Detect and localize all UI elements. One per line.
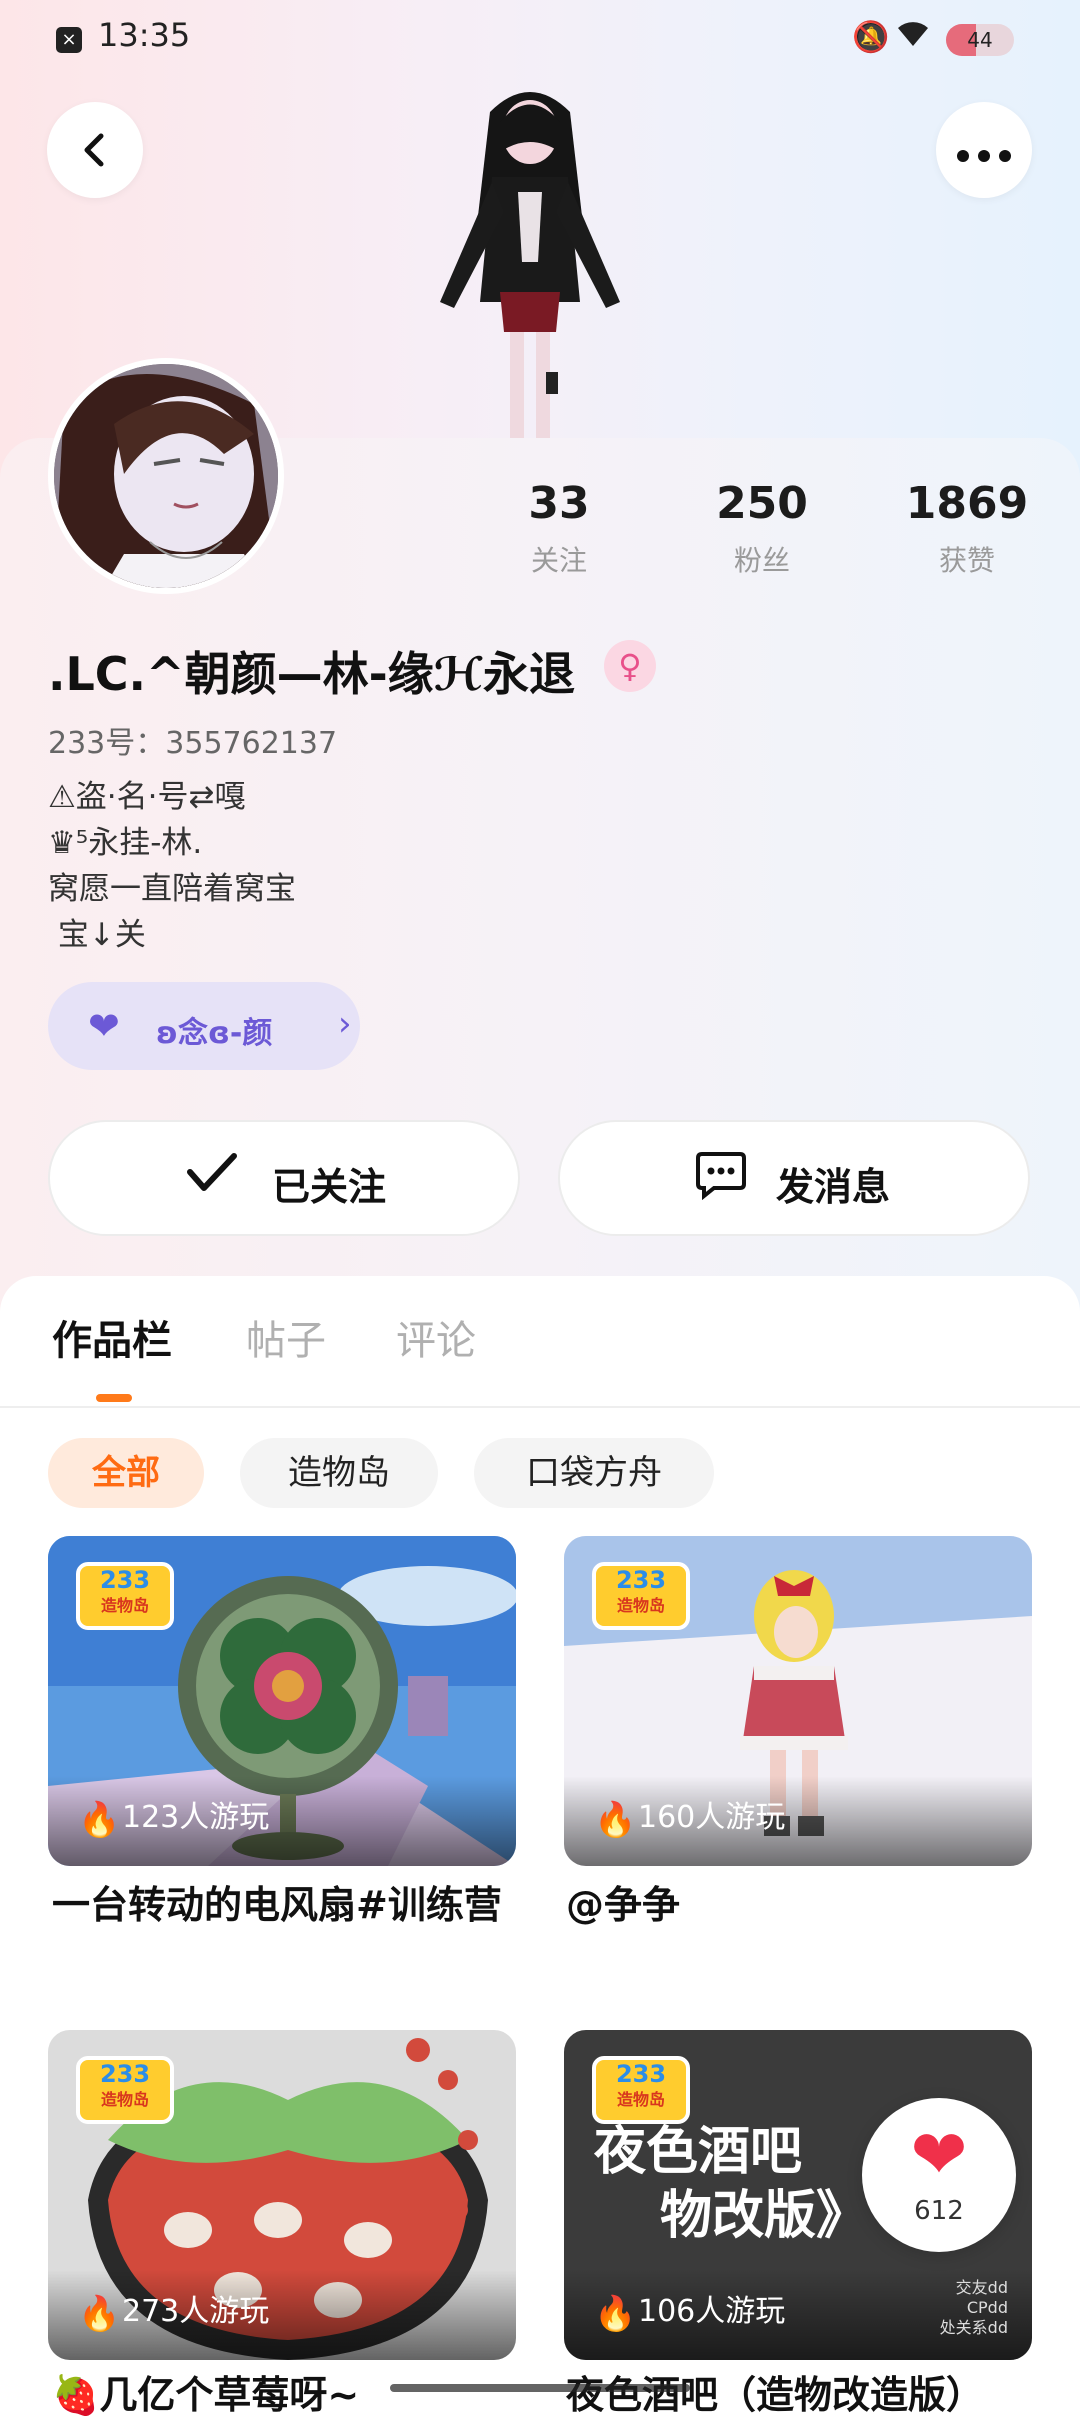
- stat-label: 粉丝: [733, 544, 790, 577]
- thumbnail-caption: 交友dd CPdd 处关系dd: [939, 2278, 1008, 2337]
- flame-icon: 🔥: [78, 1800, 121, 1840]
- bell-muted-icon: 🔕: [852, 20, 890, 55]
- relationship-tag-label: ʚ念ɞ-颜: [156, 1016, 273, 1051]
- chevron-left-icon: [84, 133, 104, 167]
- play-count: 273人游玩: [122, 2294, 270, 2329]
- flame-icon: 🔥: [594, 2294, 637, 2334]
- creation-island-badge: 233 造物岛: [592, 2056, 690, 2124]
- user-id: 233号：355762137: [48, 718, 337, 762]
- flame-icon: 🔥: [78, 2294, 121, 2334]
- followed-button[interactable]: 已关注: [48, 1120, 520, 1236]
- filter-all[interactable]: 全部: [48, 1438, 204, 1508]
- bio-line: ⚠盗·名·号⇄嘎: [48, 779, 246, 815]
- battery-level: 44: [967, 28, 993, 52]
- filter-pocket-ark[interactable]: 口袋方舟: [474, 1438, 714, 1508]
- game-card[interactable]: 233 造物岛 🔥 160人游玩: [564, 1536, 1032, 1866]
- back-button[interactable]: [47, 102, 143, 198]
- character-avatar-figure: [440, 92, 620, 440]
- chevron-right-icon: ›: [338, 1004, 352, 1044]
- followed-button-label: 已关注: [272, 1165, 387, 1209]
- tab-works[interactable]: 作品栏: [52, 1308, 172, 1366]
- play-count: 123人游玩: [122, 1800, 270, 1835]
- stat-label: 获赞: [938, 544, 995, 577]
- heart-icon: ❤: [88, 1004, 120, 1048]
- bio-line: ♛⁵永挂-林.: [48, 825, 203, 861]
- stat-value: 1869: [905, 478, 1029, 529]
- creation-island-badge: 233 造物岛: [76, 2056, 174, 2124]
- stat-value: 33: [528, 478, 590, 529]
- username: .LC.^朝颜—林-缘ℋ永退: [48, 647, 576, 701]
- game-title[interactable]: @争争: [566, 1880, 1036, 1930]
- heart-icon: ❤: [910, 2116, 968, 2195]
- bio: ⚠盗·名·号⇄嘎 ♛⁵永挂-林. 窝愿一直陪着窝宝 宝↓关: [48, 774, 296, 958]
- send-message-button-label: 发消息: [776, 1165, 891, 1209]
- stat-value: 250: [716, 478, 808, 529]
- checkmark-icon: [186, 1150, 238, 1207]
- play-count: 106人游玩: [638, 2294, 786, 2329]
- more-icon: [957, 150, 1011, 162]
- stat-likes[interactable]: 1869 获赞: [887, 478, 1047, 579]
- tab-divider: [0, 1406, 1080, 1408]
- stat-following[interactable]: 33 关注: [479, 478, 639, 579]
- game-title[interactable]: 一台转动的电风扇#训练营: [52, 1880, 522, 1930]
- stat-fans[interactable]: 250 粉丝: [682, 478, 842, 579]
- game-card[interactable]: 233 造物岛 🔥 273人游玩: [48, 2030, 516, 2360]
- send-message-button[interactable]: 发消息: [558, 1120, 1030, 1236]
- like-count: 612: [914, 2196, 964, 2226]
- status-time: 13:35: [98, 16, 191, 54]
- creation-island-badge: 233 造物岛: [592, 1562, 690, 1630]
- tab-comments[interactable]: 评论: [396, 1308, 476, 1366]
- active-tab-indicator: [96, 1394, 132, 1402]
- more-options-button[interactable]: [936, 102, 1032, 198]
- bio-line: 窝愿一直陪着窝宝: [48, 871, 296, 907]
- chat-bubble-icon: [694, 1150, 748, 1211]
- wifi-icon: [896, 18, 930, 56]
- game-card[interactable]: 233 造物岛 🔥 123人游玩: [48, 1536, 516, 1866]
- user-id-value: 355762137: [165, 726, 338, 761]
- game-title[interactable]: 🍓几亿个草莓呀~: [52, 2370, 522, 2420]
- battery-icon: 44: [946, 24, 1014, 56]
- like-button[interactable]: ❤ 612: [862, 2098, 1016, 2252]
- filter-creation-island[interactable]: 造物岛: [240, 1438, 438, 1508]
- user-id-label: 233号：: [48, 726, 166, 761]
- home-indicator[interactable]: [390, 2384, 690, 2392]
- close-notification-icon: ×: [56, 27, 82, 53]
- play-count: 160人游玩: [638, 1800, 786, 1835]
- female-gender-icon: ♀: [604, 640, 656, 692]
- status-bar: × 13:35 🔕 44: [0, 0, 1080, 80]
- flame-icon: 🔥: [594, 1800, 637, 1840]
- creation-island-badge: 233 造物岛: [76, 1562, 174, 1630]
- game-title[interactable]: 夜色酒吧（造物改造版）: [566, 2370, 1036, 2420]
- avatar-image: [54, 364, 278, 588]
- avatar[interactable]: [48, 358, 284, 594]
- bio-line: 宝↓关: [48, 917, 146, 953]
- stat-label: 关注: [530, 544, 587, 577]
- thumbnail-title-text: 夜色酒吧 物改版》: [594, 2122, 869, 2246]
- tab-posts[interactable]: 帖子: [246, 1308, 326, 1366]
- relationship-tag[interactable]: ❤ ʚ念ɞ-颜 ›: [48, 982, 360, 1070]
